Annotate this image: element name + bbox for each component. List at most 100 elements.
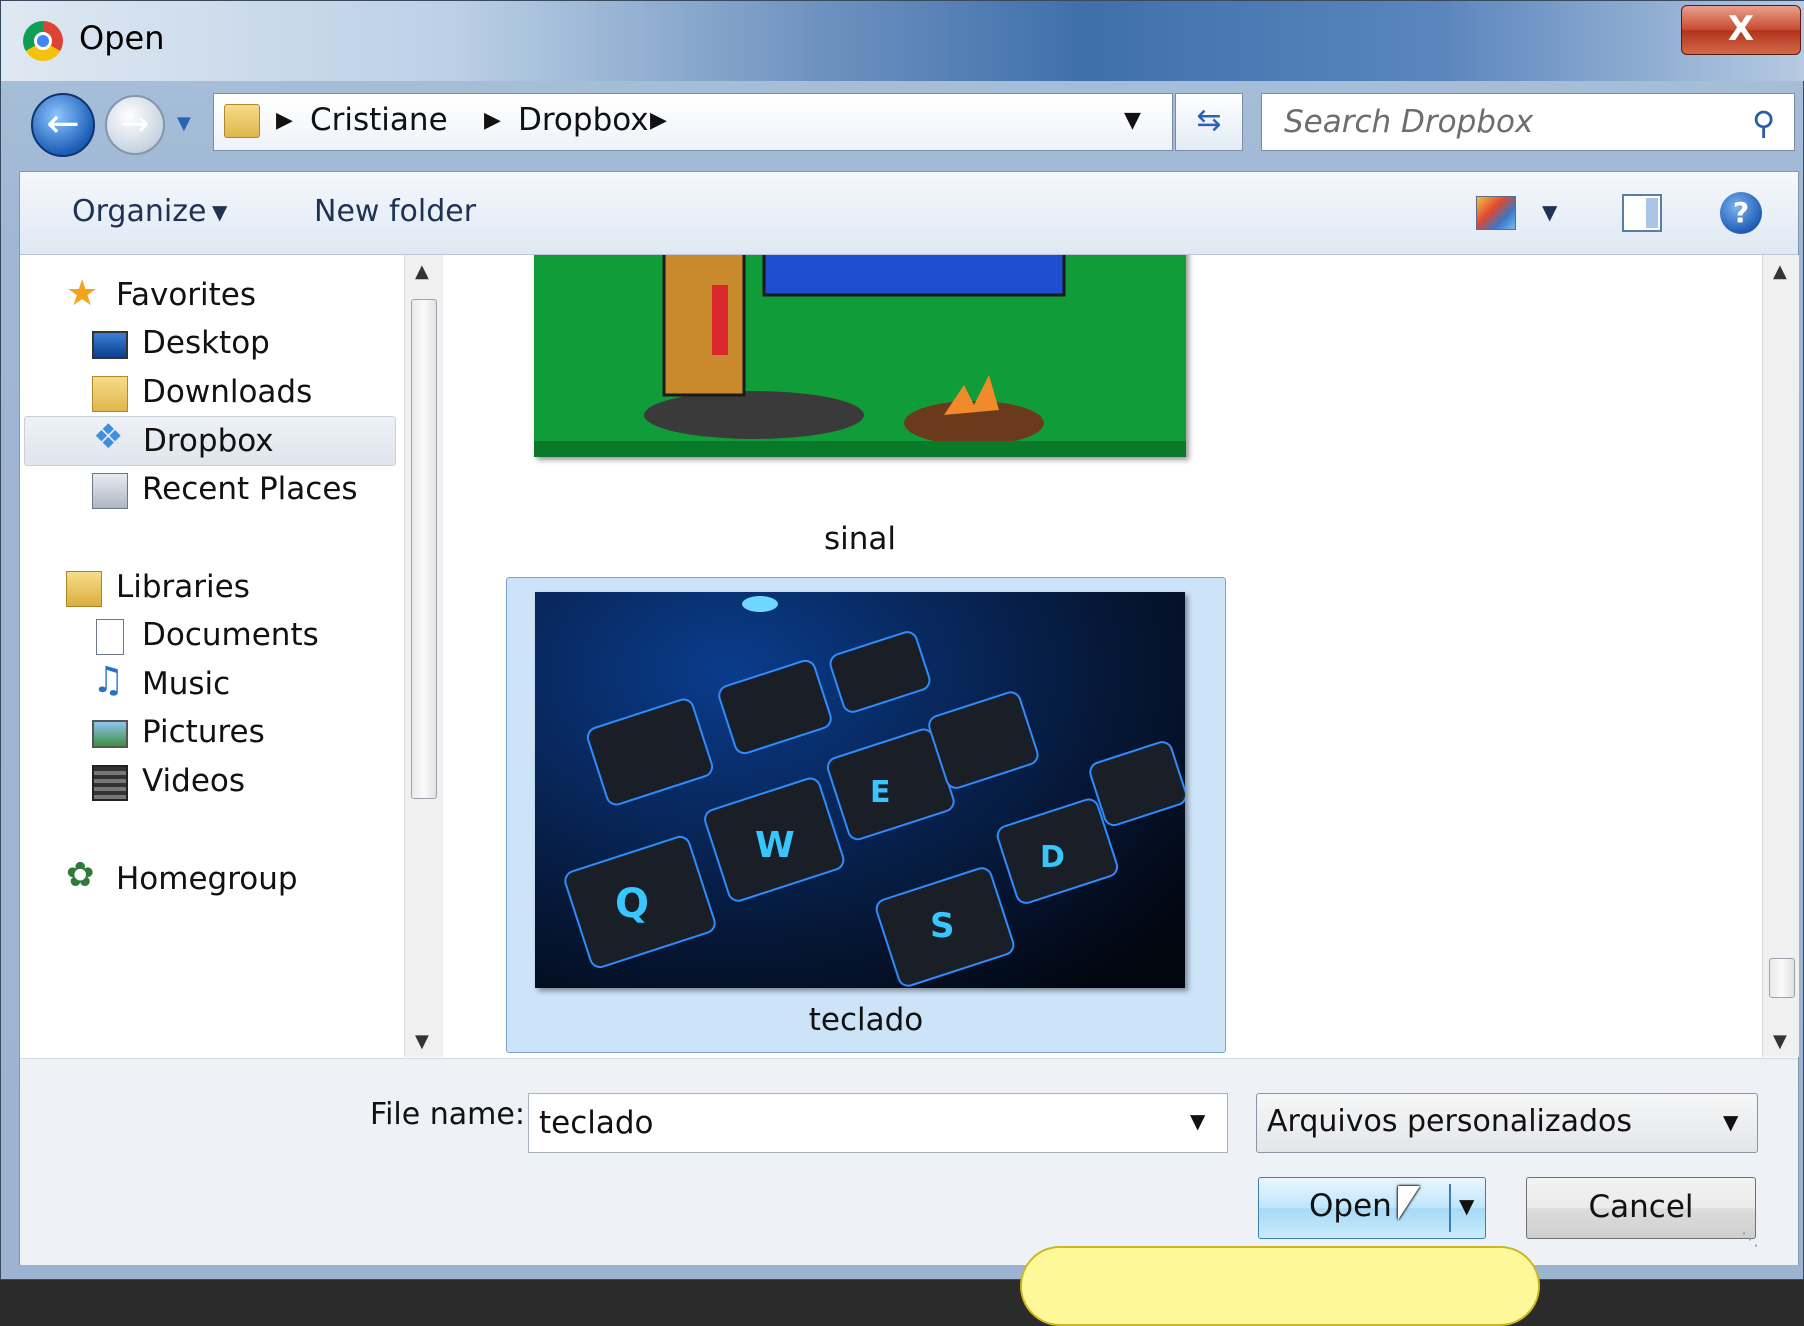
nav-label: Desktop xyxy=(142,325,270,361)
breadcrumb-arrow-icon[interactable]: ▶ xyxy=(276,108,293,133)
libraries-icon xyxy=(66,571,102,607)
svg-text:D: D xyxy=(1040,840,1065,875)
content-scroll-thumb[interactable] xyxy=(1769,958,1795,998)
nav-item-recent-places[interactable]: Recent Places xyxy=(92,465,452,515)
file-thumbnail-sinal[interactable] xyxy=(534,255,1186,457)
breadcrumb-cristiane[interactable]: Cristiane xyxy=(310,102,448,138)
dropbox-icon: ❖ xyxy=(93,417,124,457)
search-placeholder: Search Dropbox xyxy=(1284,104,1534,140)
desktop-icon xyxy=(92,331,128,359)
footer-panel: File name: ▼ Arquivos personalizados ▼ O… xyxy=(20,1058,1798,1265)
organize-button[interactable]: Organize xyxy=(72,194,206,229)
close-button[interactable]: X xyxy=(1681,5,1801,55)
split-divider xyxy=(1449,1184,1451,1232)
forward-button[interactable]: → xyxy=(105,95,165,155)
breadcrumb-arrow-icon[interactable]: ▶ xyxy=(650,108,667,133)
file-type-select[interactable]: Arquivos personalizados ▼ xyxy=(1256,1093,1758,1153)
navigation-pane: ★ Favorites Desktop Downloads ❖ Dropbox … xyxy=(20,255,402,1057)
dialog-body: Organize ▼ New folder ▼ ? ★ Favorites De… xyxy=(19,171,1799,1265)
nav-scroll-thumb[interactable] xyxy=(411,299,437,799)
svg-text:E: E xyxy=(870,775,891,810)
search-icon[interactable]: ⚲ xyxy=(1752,104,1775,142)
scroll-up-icon[interactable]: ▲ xyxy=(415,261,429,282)
nav-label: Homegroup xyxy=(116,861,298,897)
homegroup-icon: ✿ xyxy=(66,855,95,895)
title-bar: Open X xyxy=(1,1,1804,81)
back-button[interactable]: ← xyxy=(31,93,95,157)
open-dropdown-icon[interactable]: ▼ xyxy=(1459,1194,1474,1218)
views-icon[interactable] xyxy=(1476,196,1516,230)
music-icon: ♫ xyxy=(92,660,125,701)
open-button-label: Open xyxy=(1309,1188,1392,1224)
svg-text:Q: Q xyxy=(615,881,649,927)
nav-scrollbar[interactable]: ▲ ▼ xyxy=(404,255,443,1057)
history-dropdown-icon[interactable]: ▼ xyxy=(177,113,199,135)
search-input[interactable]: Search Dropbox ⚲ xyxy=(1261,93,1795,151)
folder-icon xyxy=(224,104,260,138)
videos-icon xyxy=(92,765,128,801)
mouse-cursor-icon xyxy=(1398,1186,1420,1220)
file-label-teclado[interactable]: teclado xyxy=(507,1002,1225,1038)
svg-text:S: S xyxy=(930,906,955,946)
forward-arrow-icon: → xyxy=(120,104,150,144)
open-button[interactable]: Open ▼ xyxy=(1258,1177,1486,1239)
documents-icon xyxy=(96,619,124,655)
nav-item-documents[interactable]: Documents xyxy=(92,611,452,661)
nav-group-libraries[interactable]: Libraries xyxy=(66,563,426,613)
refresh-icon: ⇆ xyxy=(1196,103,1222,138)
preview-pane-icon[interactable] xyxy=(1622,194,1662,232)
file-name-input[interactable] xyxy=(528,1093,1228,1153)
keyboard-image: Q W E S D xyxy=(564,596,1185,987)
scroll-up-icon[interactable]: ▲ xyxy=(1773,261,1787,282)
nav-item-pictures[interactable]: Pictures xyxy=(92,708,452,758)
nav-group-favorites[interactable]: ★ Favorites xyxy=(66,271,426,321)
downloads-icon xyxy=(92,376,128,412)
address-bar[interactable]: ▶ Cristiane ▶ Dropbox ▶ ▼ xyxy=(213,93,1173,151)
window-title: Open xyxy=(79,19,165,57)
scroll-down-icon[interactable]: ▼ xyxy=(415,1031,429,1052)
nav-item-videos[interactable]: Videos xyxy=(92,757,452,807)
nav-group-homegroup[interactable]: ✿ Homegroup xyxy=(66,855,426,905)
command-toolbar: Organize ▼ New folder ▼ ? xyxy=(20,172,1798,255)
file-name-dropdown-icon[interactable]: ▼ xyxy=(1190,1109,1205,1133)
help-icon[interactable]: ? xyxy=(1720,192,1762,234)
tutorial-callout xyxy=(1020,1246,1540,1326)
nav-item-desktop[interactable]: Desktop xyxy=(92,319,452,369)
chrome-logo-icon xyxy=(23,21,63,61)
file-view: sinal Q W E S D teclado xyxy=(444,255,1762,1057)
views-dropdown-icon[interactable]: ▼ xyxy=(1542,200,1557,224)
file-thumbnail-teclado[interactable]: Q W E S D xyxy=(535,592,1185,988)
content-scrollbar[interactable]: ▲ ▼ xyxy=(1762,255,1799,1057)
breadcrumb-dropbox[interactable]: Dropbox xyxy=(518,102,649,138)
nav-label: Documents xyxy=(142,617,319,653)
nav-label: Dropbox xyxy=(143,423,274,459)
file-label-sinal[interactable]: sinal xyxy=(534,521,1186,557)
scroll-down-icon[interactable]: ▼ xyxy=(1773,1031,1787,1052)
nav-item-downloads[interactable]: Downloads xyxy=(92,368,452,418)
nav-item-music[interactable]: ♫ Music xyxy=(92,660,452,710)
nav-label: Downloads xyxy=(142,374,313,410)
back-arrow-icon: ← xyxy=(46,101,80,147)
nav-label: Libraries xyxy=(116,569,250,605)
nav-item-dropbox[interactable]: ❖ Dropbox xyxy=(24,416,396,466)
nav-label: Videos xyxy=(142,763,246,799)
pictures-icon xyxy=(92,720,128,748)
new-folder-button[interactable]: New folder xyxy=(314,194,476,229)
nav-label: Recent Places xyxy=(142,471,358,507)
nav-label: Music xyxy=(142,666,231,702)
breadcrumb-arrow-icon[interactable]: ▶ xyxy=(484,108,501,133)
file-tile-teclado[interactable]: Q W E S D teclado xyxy=(506,577,1226,1053)
cartoon-image xyxy=(534,255,1186,457)
dialog-window: Open X ← → ▼ ▶ Cristiane ▶ Dropbox ▶ ▼ ⇆… xyxy=(0,0,1804,1280)
file-name-label: File name: xyxy=(370,1097,525,1132)
nav-label: Pictures xyxy=(142,714,265,750)
nav-label: Favorites xyxy=(116,277,257,313)
cancel-button[interactable]: Cancel xyxy=(1526,1177,1756,1239)
address-dropdown-icon[interactable]: ▼ xyxy=(1124,108,1141,133)
refresh-button[interactable]: ⇆ xyxy=(1175,93,1243,151)
organize-dropdown-icon[interactable]: ▼ xyxy=(212,200,227,224)
file-type-value: Arquivos personalizados xyxy=(1267,1104,1633,1139)
star-icon: ★ xyxy=(66,273,99,314)
svg-text:W: W xyxy=(755,825,795,866)
resize-grip-icon[interactable]: ⋱ xyxy=(1741,1229,1759,1250)
